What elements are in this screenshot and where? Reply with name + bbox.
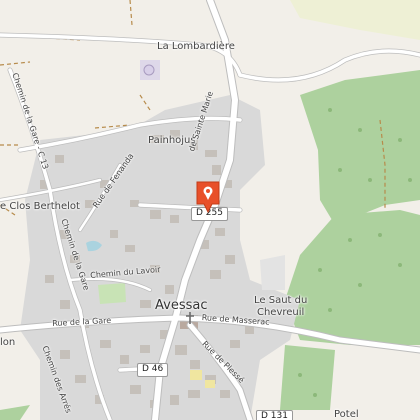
town-label-avessac: Avessac [155, 298, 208, 313]
place-label-lombardiere: La Lombardière [157, 41, 235, 52]
urban-east [260, 255, 285, 290]
place-label-potel: Potel [334, 409, 359, 420]
forest-southeast [280, 345, 335, 410]
church-icon [186, 312, 194, 324]
road-shield-d131: D 131 [256, 410, 293, 420]
forest-south [285, 210, 420, 345]
road-shield-d46: D 46 [137, 363, 169, 377]
farmland-area [290, 0, 420, 40]
park-patch [98, 283, 126, 304]
map-view[interactable]: La Lombardière Painhojus e Clos Berthelo… [0, 0, 420, 420]
school-building [190, 370, 202, 380]
forest-north [300, 70, 420, 225]
hamlet-icon [143, 64, 155, 76]
place-label-lon: lon [0, 337, 16, 348]
forest-southwest [0, 405, 30, 420]
school-annex [205, 380, 215, 388]
place-label-clos-berthelot: e Clos Berthelot [0, 201, 80, 212]
place-label-saut-chevreuil: Le Saut du Chevreuil [254, 295, 308, 318]
location-pin-icon[interactable] [195, 180, 221, 214]
